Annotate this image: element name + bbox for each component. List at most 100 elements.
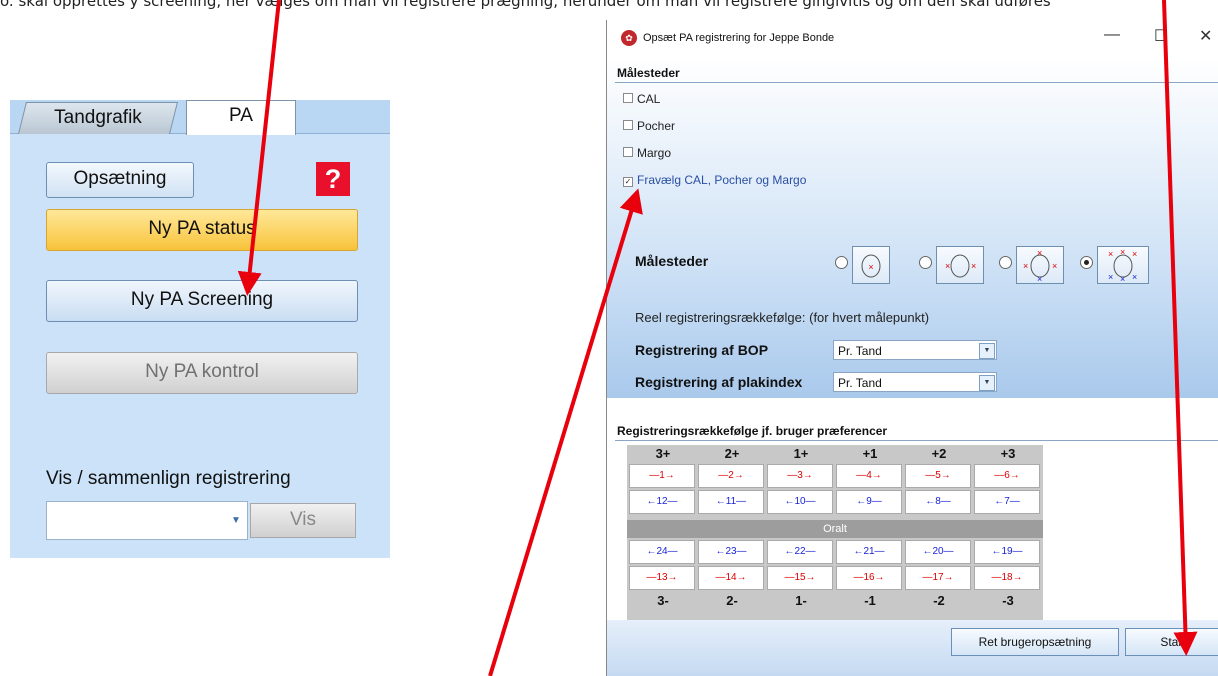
face-option-radio-2[interactable]	[919, 256, 932, 269]
compare-combo[interactable]: ▼	[46, 501, 248, 540]
compare-label: Vis / sammenlign registrering	[46, 468, 291, 489]
measure-sites-section: Målesteder CAL Pocher Margo ✓ Fravælg CAL…	[607, 58, 1218, 398]
order-cell: —18→	[974, 566, 1040, 590]
tab-tandgrafik[interactable]: Tandgrafik	[18, 102, 178, 134]
maximize-icon[interactable]: ☐	[1154, 26, 1168, 46]
svg-text:×: ×	[1132, 249, 1137, 259]
registration-order-grid: 3+ —1→ ←12— ←24— —13→ 3- 2+ —2→ ←11— ←23— —14→ 2- 1+…	[627, 445, 1043, 625]
column-header-bottom: -1	[864, 593, 876, 608]
new-pa-screening-button[interactable]: Ny PA Screening	[46, 280, 358, 322]
column-header-top: 2+	[724, 446, 740, 461]
svg-text:×: ×	[1120, 274, 1125, 283]
order-cell: —1→	[629, 464, 695, 488]
tooth-face-icon-4[interactable]: × × × × × ×	[1097, 246, 1149, 284]
order-cell: ←19—	[974, 540, 1040, 564]
tooth-face-icon-3[interactable]: × × × ×	[1016, 246, 1064, 284]
face-option-radio-4[interactable]	[1080, 256, 1093, 269]
tooth-face-icon-2[interactable]: × ×	[936, 246, 984, 284]
bop-select[interactable]: Pr. Tand ▼	[833, 340, 997, 360]
order-cell: ←10—	[767, 490, 833, 514]
checkbox-box[interactable]	[623, 147, 633, 157]
svg-text:×: ×	[1037, 274, 1042, 283]
svg-text:×: ×	[1120, 247, 1125, 257]
order-cell: ←7—	[974, 490, 1040, 514]
order-cell: ←12—	[629, 490, 695, 514]
order-cell: ←21—	[836, 540, 902, 564]
checkbox-box[interactable]	[623, 93, 633, 103]
svg-text:×: ×	[1037, 248, 1042, 258]
tab-pa[interactable]: PA	[186, 100, 296, 135]
divider	[615, 82, 1218, 83]
tab-bar: Tandgrafik PA	[10, 100, 390, 135]
order-cell: ←23—	[698, 540, 764, 564]
svg-text:×: ×	[1052, 261, 1057, 271]
svg-text:×: ×	[971, 261, 976, 271]
tooth-face-icon-1[interactable]: ×	[852, 246, 890, 284]
help-icon[interactable]: ?	[316, 162, 350, 196]
dialog-title: Opsæt PA registrering for Jeppe Bonde	[643, 32, 835, 44]
svg-text:×: ×	[1132, 272, 1137, 282]
plakindex-select[interactable]: Pr. Tand ▼	[833, 372, 997, 392]
column-header-top: 1+	[793, 446, 809, 461]
order-cell: —2→	[698, 464, 764, 488]
order-cell: ←9—	[836, 490, 902, 514]
section-header-malesteder: Målesteder	[617, 66, 680, 80]
svg-text:×: ×	[1023, 261, 1028, 271]
order-cell: —5→	[905, 464, 971, 488]
new-pa-control-button[interactable]: Ny PA kontrol	[46, 352, 358, 394]
chevron-down-icon[interactable]: ▼	[979, 343, 995, 359]
checkbox-cal[interactable]: CAL	[623, 92, 660, 106]
svg-text:×: ×	[945, 261, 950, 271]
cropped-instruction-text: o. skal opprettes y screening, her vælge…	[0, 0, 1051, 10]
dialog-titlebar: ✿ Opsæt PA registrering for Jeppe Bonde …	[607, 20, 1218, 58]
setup-button[interactable]: Opsætning	[46, 162, 194, 198]
malesteder-label: Målesteder	[635, 253, 709, 269]
column-header-bottom: 2-	[726, 593, 738, 608]
section-header-registration-order: Registreringsrækkefølge jf. bruger præfe…	[617, 424, 888, 438]
checkbox-pocher[interactable]: Pocher	[623, 119, 675, 133]
plakindex-label: Registrering af plakindex	[635, 374, 803, 390]
order-cell: ←24—	[629, 540, 695, 564]
edit-user-setup-button[interactable]: Ret brugeropsætning	[951, 628, 1119, 656]
order-cell: —6→	[974, 464, 1040, 488]
column-header-top: 3+	[655, 446, 671, 461]
checkbox-box[interactable]: ✓	[623, 177, 633, 187]
order-cell: ←11—	[698, 490, 764, 514]
order-cell: ←20—	[905, 540, 971, 564]
order-cell: ←8—	[905, 490, 971, 514]
oralt-divider: Oralt	[627, 520, 1043, 538]
start-button[interactable]: Start	[1125, 628, 1218, 656]
new-pa-status-button[interactable]: Ny PA status	[46, 209, 358, 251]
order-cell: ←22—	[767, 540, 833, 564]
checkbox-margo[interactable]: Margo	[623, 146, 671, 160]
bop-label: Registrering af BOP	[635, 342, 769, 358]
svg-text:×: ×	[1108, 249, 1113, 259]
order-cell: —17→	[905, 566, 971, 590]
order-cell: —16→	[836, 566, 902, 590]
chevron-down-icon[interactable]: ▼	[225, 502, 247, 539]
order-cell: —14→	[698, 566, 764, 590]
chevron-down-icon[interactable]: ▼	[979, 375, 995, 391]
order-cell: —13→	[629, 566, 695, 590]
svg-text:×: ×	[868, 262, 873, 272]
column-header-bottom: 3-	[657, 593, 669, 608]
column-header-bottom: -2	[933, 593, 945, 608]
reel-order-text: Reel registreringsrækkefølge: (for hvert…	[635, 310, 930, 325]
column-header-top: +1	[862, 446, 878, 461]
order-cell: —3→	[767, 464, 833, 488]
show-button[interactable]: Vis	[250, 503, 356, 538]
checkbox-box[interactable]	[623, 120, 633, 130]
setup-dialog: ✿ Opsæt PA registrering for Jeppe Bonde …	[606, 20, 1218, 676]
order-cell: —15→	[767, 566, 833, 590]
face-option-radio-3[interactable]	[999, 256, 1012, 269]
close-icon[interactable]: ✕	[1199, 26, 1212, 46]
order-cell: —4→	[836, 464, 902, 488]
app-icon: ✿	[621, 30, 637, 46]
svg-text:×: ×	[1108, 272, 1113, 282]
column-header-top: +2	[931, 446, 947, 461]
checkbox-deselect-all[interactable]: ✓ Fravælg CAL, Pocher og Margo	[623, 173, 806, 187]
column-header-bottom: 1-	[795, 593, 807, 608]
dialog-button-bar: Ret brugeropsætning Start	[607, 620, 1218, 676]
minimize-icon[interactable]: —	[1104, 26, 1120, 44]
face-option-radio-1[interactable]	[835, 256, 848, 269]
